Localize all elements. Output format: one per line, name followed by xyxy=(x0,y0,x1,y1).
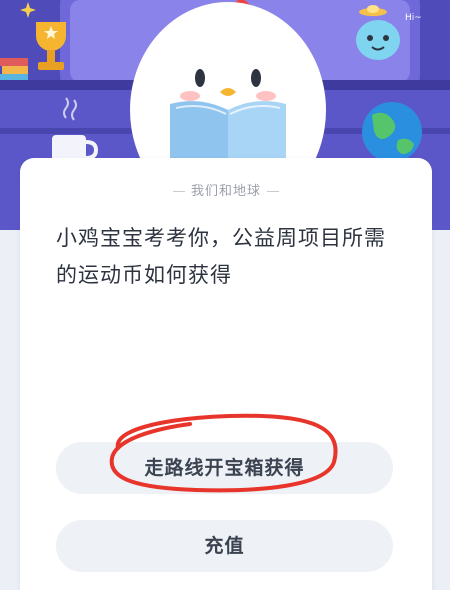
answer-option-1[interactable]: 走路线开宝箱获得 xyxy=(56,442,393,494)
divider-right xyxy=(267,191,279,192)
section-label: 我们和地球 xyxy=(20,180,432,199)
answer-option-2[interactable]: 充值 xyxy=(56,520,393,572)
quiz-page: Hi~ 我们和地球 小鸡宝宝考考你，公益周项目所需的运动币如何获得 走路线开宝箱… xyxy=(0,0,450,590)
section-label-text: 我们和地球 xyxy=(190,184,261,199)
alien-icon xyxy=(356,20,400,60)
quiz-card: 我们和地球 小鸡宝宝考考你，公益周项目所需的运动币如何获得 走路线开宝箱获得 充… xyxy=(20,158,432,590)
books-icon xyxy=(0,58,28,80)
divider-left xyxy=(172,191,185,192)
question-text: 小鸡宝宝考考你，公益周项目所需的运动币如何获得 xyxy=(56,226,386,287)
trophy-icon xyxy=(36,22,66,70)
speech-text: Hi~ xyxy=(405,13,422,23)
